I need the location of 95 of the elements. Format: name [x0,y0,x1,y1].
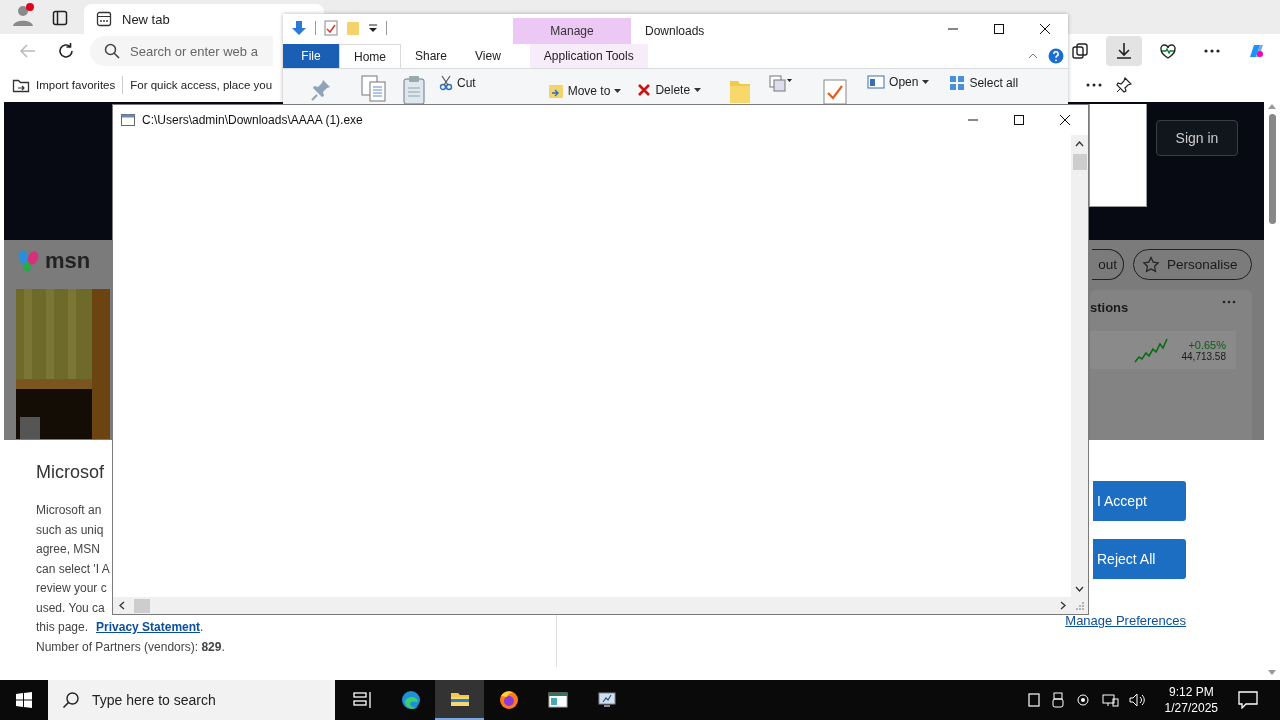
scroll-down-icon[interactable] [1075,585,1084,592]
camera-icon[interactable] [1074,693,1091,707]
clock[interactable]: 9:12 PM 1/27/2025 [1164,684,1218,716]
window-title: Downloads [645,24,705,38]
properties-icon[interactable] [823,79,848,104]
scroll-left-icon[interactable] [118,601,125,610]
caret-icon [694,88,702,92]
taskbar-app-button[interactable] [435,680,484,720]
app-window-icon [547,690,568,710]
folder-icon [12,77,30,93]
consent-text: such as uniq [36,521,104,539]
scrollbar-thumb[interactable] [1268,114,1276,224]
maximize-icon [1013,114,1025,126]
volume-icon[interactable] [1128,693,1147,707]
star-pencil-icon [1142,255,1160,274]
consent-text: review your c [36,580,107,597]
network-icon[interactable] [1100,693,1119,707]
accept-button[interactable]: I Accept [1093,481,1186,521]
down-arrow-icon[interactable] [291,20,307,36]
close-icon [1039,23,1051,35]
notifications-icon[interactable] [1238,691,1258,709]
ribbon-command[interactable]: Move to [547,83,622,99]
resize-grip-icon [1075,601,1084,610]
stock-value: 44,713.58 [1181,350,1226,362]
ribbon-command[interactable]: Open [867,75,930,89]
scissors-icon [439,75,453,91]
ribbon-tab[interactable]: Home [339,44,401,68]
windows-start-icon[interactable] [16,692,32,708]
manage-tab[interactable]: Manage [513,18,631,44]
edge-icon [400,690,421,710]
ribbon-tab[interactable]: Share [401,44,462,68]
download-icon[interactable] [1114,41,1134,61]
scrollbar-thumb[interactable] [134,598,150,613]
close-icon [1059,114,1071,126]
consent-text: can select 'I A [36,560,110,578]
collections-icon[interactable] [1070,41,1090,61]
select-all-icon [949,75,966,91]
move-folder-icon [547,83,564,99]
manage-preferences-link[interactable]: Manage Preferences [1065,613,1186,628]
open-icon [867,75,886,89]
tablet-icon[interactable] [1026,693,1041,707]
help-icon[interactable] [1048,48,1064,64]
consent-text: Microsoft an [36,502,102,519]
maximize-icon [993,23,1005,35]
import-favorites-button[interactable]: Import favorites [12,77,116,93]
delete-icon [637,83,652,97]
new-tab-icon [96,11,112,27]
scrollbar-thumb[interactable] [1072,154,1087,170]
clipboard-icon[interactable] [403,75,425,104]
scroll-right-icon[interactable] [1059,601,1066,610]
consent-title: Microsof [36,462,105,483]
collapse-icon[interactable] [1028,53,1038,59]
taskbar-search-field[interactable]: Type here to search [48,680,335,720]
refresh-icon[interactable] [56,41,76,61]
monitor-icon [596,690,617,710]
stock-row[interactable]: +0.65% 44,713.58 [1090,331,1236,369]
window-title: C:\Users\admin\Downloads\AAAA (1).exe [142,113,363,127]
ribbon-command[interactable]: Select all [949,75,1019,91]
card-title: stions [1090,300,1129,315]
sign-in-button[interactable]: Sign in [1156,120,1238,156]
stock-change: +0.65% [1188,338,1226,351]
address-field[interactable]: Search or enter web a [90,36,273,66]
ribbon-command[interactable]: Delete [637,83,702,97]
personalise-button[interactable]: Personalise [1133,249,1252,280]
logo-text: msn [45,248,91,274]
file-menu-button[interactable]: File [283,44,339,68]
ribbon-tab[interactable]: Application Tools [529,44,648,68]
heartbeat-icon[interactable] [1158,41,1178,61]
ribbon-tab[interactable]: View [461,44,515,68]
clock-time: 9:12 PM [1168,684,1214,700]
caret-icon [922,80,930,84]
dropdown-icon[interactable] [368,24,378,32]
layout-button[interactable]: out [1092,249,1124,280]
sparkline [1133,336,1168,364]
consent-text: this page. [36,620,89,634]
properties-icon[interactable] [324,20,338,36]
punctuation: . [200,620,204,634]
scroll-up-icon[interactable] [1075,140,1084,147]
console-icon [121,114,135,126]
favorites-hint: For quick access, place you [130,79,273,91]
usb-icon[interactable] [1050,692,1065,708]
reject-button[interactable]: Reject All [1093,539,1186,579]
profile-icon[interactable] [10,2,36,28]
consent-text: agree, MSN [36,541,101,558]
consent-text: used. You ca [36,599,105,617]
partners-count: Number of Partners (vendors): 829. [36,638,225,656]
tab-actions-icon[interactable] [52,10,68,26]
search-icon [62,691,80,709]
task-view-icon [351,690,372,710]
clock-date: 1/27/2025 [1164,700,1218,716]
search-icon [104,43,120,59]
firefox-icon [498,690,519,710]
pin-icon[interactable] [1116,77,1132,93]
ribbon-command[interactable]: Cut [439,75,476,91]
caret-icon [614,89,622,93]
